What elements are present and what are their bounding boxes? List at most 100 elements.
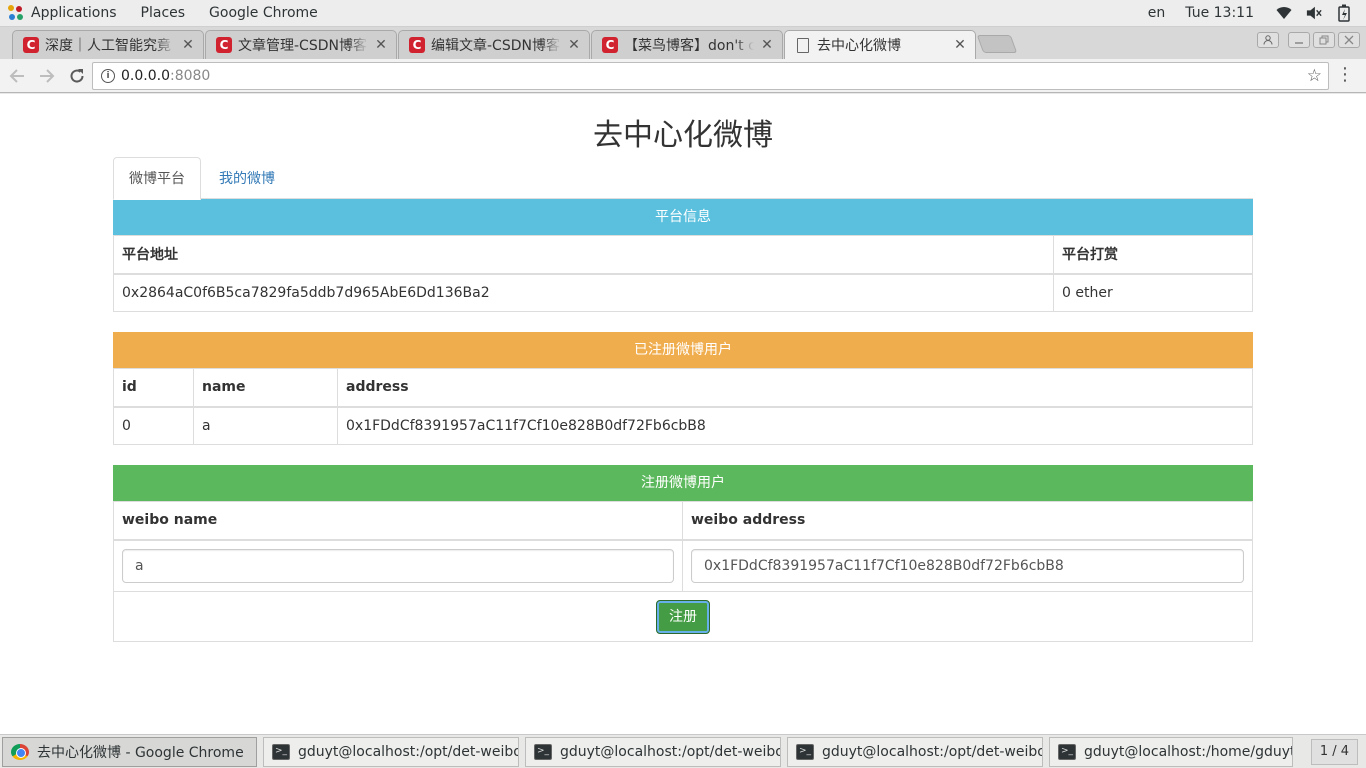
applications-menu[interactable]: Applications — [0, 0, 129, 27]
terminal-icon: >_ — [534, 743, 552, 760]
applications-label: Applications — [31, 5, 117, 21]
weibo-name-cell: a — [113, 539, 683, 592]
col-address: address — [337, 368, 1253, 408]
csdn-favicon-icon: C — [409, 37, 425, 53]
close-tab-icon[interactable]: ✕ — [181, 37, 195, 53]
url-port: :8080 — [169, 68, 211, 84]
col-name: name — [193, 368, 338, 408]
browser-tab[interactable]: C 文章管理-CSDN博客 ✕ — [205, 30, 397, 59]
platform-address-value: 0x2864aC0f6B5ca7829fa5ddb7d965AbE6Dd136B… — [113, 273, 1054, 312]
taskbar-item-label: gduyt@localhost:/opt/det-weibo/app — [560, 743, 780, 760]
page-viewport: 去中心化微博 微博平台 我的微博 平台信息 平台地址 平台打赏 0x2864aC… — [0, 94, 1366, 734]
platform-info-section: 平台信息 平台地址 平台打赏 0x2864aC0f6B5ca7829fa5ddb… — [113, 199, 1253, 312]
register-user-section: 注册微博用户 weibo name weibo address a 0x1FDd… — [113, 465, 1253, 642]
csdn-favicon-icon: C — [602, 37, 618, 53]
platform-info-heading: 平台信息 — [113, 199, 1253, 235]
forward-arrow-icon[interactable] — [34, 63, 60, 89]
taskbar-item-label: gduyt@localhost:/opt/det-weibo/app — [298, 743, 518, 760]
taskbar-item-terminal[interactable]: >_ gduyt@localhost:/opt/det-weibo/app — [787, 736, 1043, 767]
app-menu[interactable]: Google Chrome — [197, 0, 330, 27]
weibo-address-input[interactable]: 0x1FDdCf8391957aC11f7Cf10e828B0df72Fb6cb… — [691, 548, 1244, 583]
registered-users-table: id name address 0 a 0x1FDdCf8391957aC11f… — [113, 368, 1253, 445]
table-header-row: weibo name weibo address — [113, 501, 1253, 541]
bookmark-star-icon[interactable]: ☆ — [1307, 66, 1322, 86]
close-tab-icon[interactable]: ✕ — [567, 37, 581, 53]
table-header-row: 平台地址 平台打赏 — [113, 235, 1253, 275]
table-header-row: id name address — [113, 368, 1253, 408]
register-user-heading: 注册微博用户 — [113, 465, 1253, 501]
taskbar-item-terminal[interactable]: >_ gduyt@localhost:/opt/det-weibo/app — [525, 736, 781, 767]
browser-tab[interactable]: C 深度｜人工智能究竟 ✕ — [12, 30, 204, 59]
url-host: 0.0.0.0 — [121, 68, 170, 84]
minimize-icon[interactable] — [1288, 32, 1310, 48]
user-id: 0 — [113, 406, 194, 445]
taskbar-item-label: 去中心化微博 - Google Chrome — [37, 744, 244, 761]
close-tab-icon[interactable]: ✕ — [374, 37, 388, 53]
close-tab-icon[interactable]: ✕ — [760, 37, 774, 53]
table-row: 0x2864aC0f6B5ca7829fa5ddb7d965AbE6Dd136B… — [113, 273, 1253, 312]
document-icon — [797, 37, 809, 53]
col-platform-address: 平台地址 — [113, 235, 1054, 275]
tab-title: 文章管理-CSDN博客 — [238, 38, 367, 54]
volume-muted-icon[interactable] — [1306, 5, 1322, 21]
terminal-icon: >_ — [272, 743, 290, 760]
weibo-name-input[interactable]: a — [122, 548, 674, 583]
close-window-icon[interactable] — [1338, 32, 1360, 48]
clock[interactable]: Tue 13:11 — [1185, 5, 1254, 21]
browser-tab-active[interactable]: 去中心化微博 ✕ — [784, 30, 976, 59]
page-title: 去中心化微博 — [593, 118, 773, 153]
taskbar-item-chrome[interactable]: 去中心化微博 - Google Chrome — [2, 736, 257, 767]
tab-title: 【菜鸟博客】don't c — [624, 38, 754, 54]
tab-title: 编辑文章-CSDN博客 — [431, 38, 560, 54]
address-bar[interactable]: i 0.0.0.0:8080 ☆ — [92, 62, 1329, 90]
register-button-cell: 注册 — [113, 591, 1253, 642]
workspace-pager[interactable]: 1 / 4 — [1310, 739, 1358, 765]
restore-icon[interactable] — [1313, 32, 1335, 48]
keyboard-layout-indicator[interactable]: en — [1148, 5, 1166, 21]
main-container: 微博平台 我的微博 平台信息 平台地址 平台打赏 0x2864aC0f6B5ca… — [113, 157, 1253, 642]
places-menu[interactable]: Places — [129, 0, 198, 27]
register-button[interactable]: 注册 — [656, 599, 710, 634]
applications-icon — [8, 5, 24, 21]
chrome-menu-icon[interactable]: ⋮ — [1336, 65, 1354, 85]
user-name: a — [193, 406, 338, 445]
taskbar-item-terminal[interactable]: >_ gduyt@localhost:/opt/det-weibo/app — [263, 736, 519, 767]
tab-title: 深度｜人工智能究竟 — [45, 38, 171, 54]
new-tab-button[interactable] — [976, 35, 1018, 53]
reload-icon[interactable] — [64, 63, 90, 89]
browser-toolbar: i 0.0.0.0:8080 ☆ ⋮ — [0, 59, 1366, 93]
gnome-top-bar: Applications Places Google Chrome en Tue… — [0, 0, 1366, 27]
tab-weibo-platform[interactable]: 微博平台 — [113, 157, 201, 200]
back-arrow-icon[interactable] — [4, 63, 30, 89]
weibo-address-cell: 0x1FDdCf8391957aC11f7Cf10e828B0df72Fb6cb… — [682, 539, 1253, 592]
form-button-row: 注册 — [113, 591, 1253, 642]
profile-icon[interactable] — [1257, 32, 1279, 48]
taskbar-item-label: gduyt@localhost:/home/gduyt — [1084, 743, 1293, 760]
form-input-row: a 0x1FDdCf8391957aC11f7Cf10e828B0df72Fb6… — [113, 539, 1253, 592]
col-weibo-name: weibo name — [113, 501, 683, 541]
col-id: id — [113, 368, 194, 408]
browser-tab[interactable]: C 【菜鸟博客】don't c ✕ — [591, 30, 783, 59]
taskbar-item-terminal[interactable]: >_ gduyt@localhost:/home/gduyt — [1049, 736, 1293, 767]
wifi-icon[interactable] — [1276, 5, 1292, 21]
platform-reward-value: 0 ether — [1053, 273, 1253, 312]
browser-tab[interactable]: C 编辑文章-CSDN博客 ✕ — [398, 30, 590, 59]
battery-icon[interactable] — [1336, 4, 1352, 22]
register-user-form: weibo name weibo address a 0x1FDdCf83919… — [113, 501, 1253, 642]
col-platform-reward: 平台打赏 — [1053, 235, 1253, 275]
nav-tabs: 微博平台 我的微博 — [113, 157, 1253, 200]
tab-title: 去中心化微博 — [817, 38, 901, 54]
csdn-favicon-icon: C — [216, 37, 232, 53]
terminal-icon: >_ — [1058, 743, 1076, 760]
site-info-icon[interactable]: i — [101, 69, 115, 83]
browser-tab-strip: C 深度｜人工智能究竟 ✕ C 文章管理-CSDN博客 ✕ C 编辑文章-CSD… — [0, 27, 1366, 59]
registered-users-section: 已注册微博用户 id name address 0 a 0x1FDdCf8391… — [113, 332, 1253, 445]
taskbar-item-label: gduyt@localhost:/opt/det-weibo/app — [822, 743, 1042, 760]
close-tab-icon[interactable]: ✕ — [953, 37, 967, 53]
user-address: 0x1FDdCf8391957aC11f7Cf10e828B0df72Fb6cb… — [337, 406, 1253, 445]
table-row: 0 a 0x1FDdCf8391957aC11f7Cf10e828B0df72F… — [113, 406, 1253, 445]
terminal-icon: >_ — [796, 743, 814, 760]
col-weibo-address: weibo address — [682, 501, 1253, 541]
platform-info-table: 平台地址 平台打赏 0x2864aC0f6B5ca7829fa5ddb7d965… — [113, 235, 1253, 312]
tab-my-weibo[interactable]: 我的微博 — [203, 157, 291, 199]
